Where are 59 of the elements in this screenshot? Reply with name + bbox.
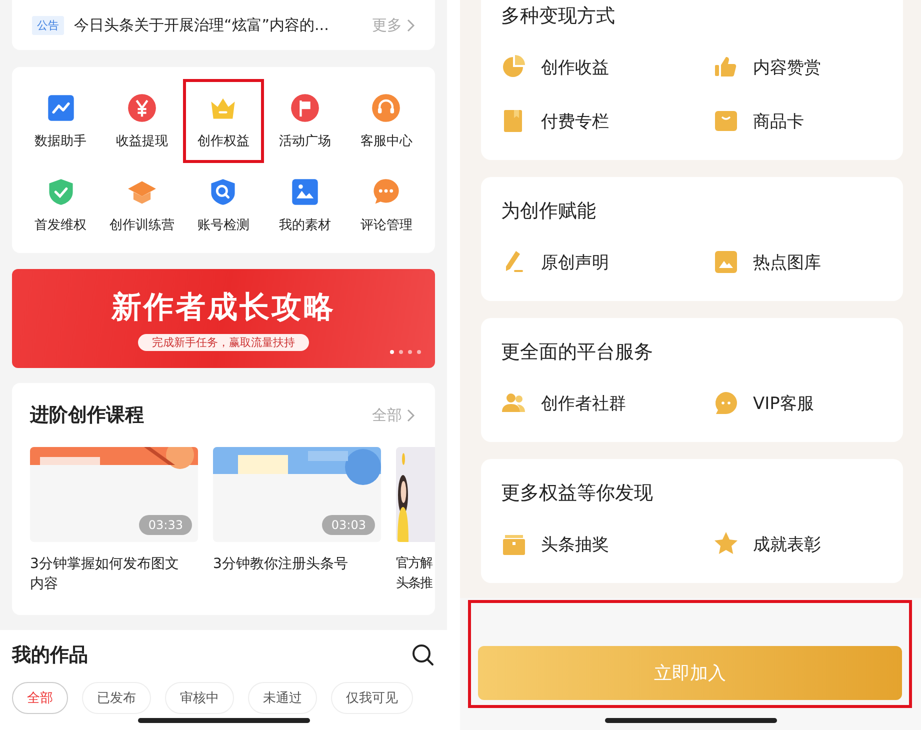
- tool-item[interactable]: 首发维权: [20, 163, 102, 247]
- benefit-item[interactable]: 头条抽奖: [501, 517, 713, 571]
- benefit-item[interactable]: 成就表彰: [713, 517, 883, 571]
- banner-subtitle: 完成新手任务，赢取流量扶持: [138, 334, 309, 350]
- notice-text[interactable]: 今日头条关于开展治理“炫富”内容的...: [74, 16, 362, 34]
- carousel-dot[interactable]: [399, 350, 403, 354]
- section-title: 进阶创作课程: [30, 403, 144, 428]
- filter-chip[interactable]: 未通过: [248, 682, 317, 714]
- carousel-dot[interactable]: [390, 350, 394, 354]
- course-title[interactable]: 3分钟教你注册头条号: [213, 554, 373, 574]
- banner-title: 新作者成长攻略: [112, 288, 336, 326]
- tool-item[interactable]: 评论管理: [346, 163, 427, 247]
- image-icon: [713, 249, 739, 275]
- star-icon: [713, 531, 739, 557]
- tool-item[interactable]: 创作权益: [182, 79, 264, 163]
- chat-bubble-icon: [371, 176, 402, 206]
- carousel-dot[interactable]: [417, 350, 421, 354]
- tool-item[interactable]: 收益提现: [101, 79, 183, 163]
- headset-icon: [371, 92, 402, 122]
- promo-banner[interactable]: 新作者成长攻略 完成新手任务，赢取流量扶持: [12, 269, 435, 368]
- card-title: 为创作赋能: [501, 199, 597, 224]
- benefit-item[interactable]: 热点图库: [713, 235, 883, 289]
- course-title[interactable]: 官方解头条推: [396, 554, 435, 594]
- tool-item[interactable]: 创作训练营: [101, 163, 183, 247]
- tool-item[interactable]: 客服中心: [346, 79, 427, 163]
- tool-item[interactable]: 账号检测: [182, 163, 264, 247]
- benefit-item[interactable]: 创作收益: [501, 40, 713, 94]
- chevron-right-icon: [407, 408, 415, 422]
- carousel-dot[interactable]: [408, 350, 412, 354]
- benefit-item[interactable]: 付费专栏: [501, 94, 713, 148]
- notice-tag: 公告: [32, 16, 64, 34]
- course-title[interactable]: 3分钟掌握如何发布图文内容: [30, 554, 190, 594]
- pie-chart-icon: [501, 54, 527, 80]
- section-title: 我的作品: [12, 643, 88, 668]
- chart-icon: [46, 92, 76, 122]
- flag-icon: [290, 92, 320, 122]
- duration-badge: 03:33: [139, 515, 192, 535]
- benefit-item[interactable]: VIP客服: [713, 376, 883, 430]
- search-icon[interactable]: [411, 643, 435, 667]
- filter-chip[interactable]: 审核中: [165, 682, 234, 714]
- filter-chip[interactable]: 已发布: [82, 682, 151, 714]
- image-icon: [290, 176, 320, 206]
- tool-item[interactable]: 我的素材: [264, 163, 346, 247]
- chevron-right-icon: [407, 18, 415, 32]
- card-title: 更全面的平台服务: [501, 340, 654, 365]
- benefit-item[interactable]: 商品卡: [713, 94, 883, 148]
- chat-bubble-icon: [713, 390, 739, 416]
- duration-badge: 03:03: [322, 515, 375, 535]
- filter-chip[interactable]: 仅我可见: [331, 682, 413, 714]
- yen-coin-icon: [127, 92, 158, 122]
- bag-icon: [713, 108, 739, 134]
- benefit-item[interactable]: 内容赞赏: [713, 40, 883, 94]
- card-title: 多种变现方式: [501, 4, 616, 29]
- tool-item[interactable]: 活动广场: [264, 79, 346, 163]
- benefit-item[interactable]: 创作者社群: [501, 376, 713, 430]
- card-title: 更多权益等你发现: [501, 481, 654, 506]
- filter-chip[interactable]: 全部: [12, 682, 68, 714]
- tool-item[interactable]: 数据助手: [20, 79, 102, 163]
- benefit-item[interactable]: 原创声明: [501, 235, 713, 289]
